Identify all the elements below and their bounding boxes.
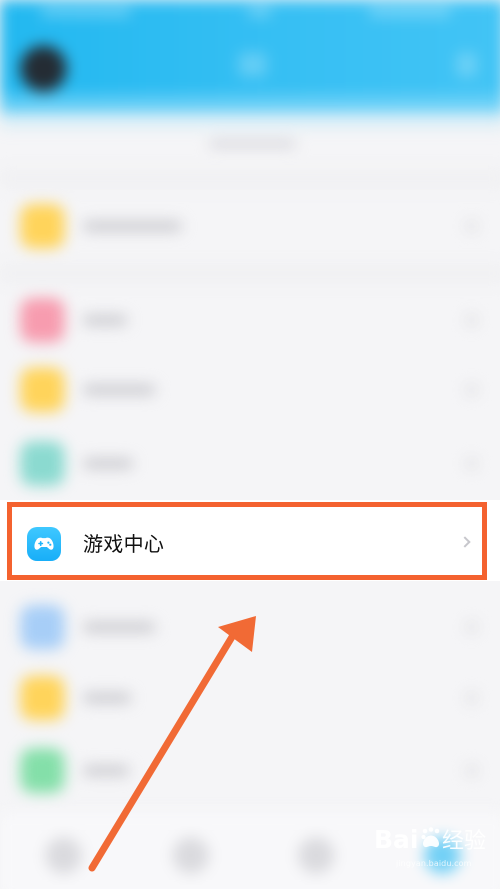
section-separator (0, 169, 500, 188)
blurred-search[interactable] (0, 129, 500, 157)
blurred-item-icon (20, 675, 65, 721)
blurred-list-item[interactable] (0, 591, 500, 664)
blurred-item-icon (20, 604, 65, 650)
watermark-logo-tail: 经验 (442, 829, 486, 854)
blurred-top-icon[interactable] (456, 52, 477, 77)
watermark-logo-text: Bai (374, 825, 419, 854)
search-hint (209, 139, 296, 147)
chevron-right-icon (466, 765, 477, 776)
baidu-paw-logo: Bai 经验 (374, 825, 486, 854)
blurred-list-item[interactable] (0, 190, 500, 263)
nav-tab-icon[interactable] (297, 837, 335, 874)
phone-screen: 游戏中心 Bai 经验 jingyan.baidu.com (0, 0, 500, 889)
nav-tab-icon[interactable] (172, 837, 210, 874)
blurred-item-label (82, 692, 132, 703)
watermark-url: jingyan.baidu.com (396, 859, 472, 868)
section-separator (0, 264, 500, 283)
baidu-watermark: Bai 经验 jingyan.baidu.com (374, 819, 486, 877)
chevron-right-icon (466, 221, 477, 232)
chevron-right-icon (466, 458, 477, 469)
blurred-item-label (82, 765, 130, 776)
blurred-background (0, 0, 500, 889)
nav-tab-icon[interactable] (45, 837, 82, 874)
blurred-item-icon (20, 204, 65, 249)
status-bar-hint (368, 8, 452, 17)
blurred-item-icon (20, 297, 65, 343)
chevron-right-icon (466, 622, 477, 633)
status-bar-hint (40, 8, 132, 17)
chevron-right-icon (466, 315, 477, 326)
blurred-item-label (82, 384, 156, 395)
blurred-top-icon[interactable] (238, 52, 267, 77)
blurred-item-label (82, 622, 156, 633)
topbar-fade (0, 94, 500, 134)
blurred-list-item[interactable] (0, 734, 500, 807)
blurred-list-item[interactable] (0, 427, 500, 500)
blurred-list-item[interactable] (0, 284, 500, 357)
chevron-right-icon (466, 692, 477, 703)
chevron-right-icon (466, 384, 477, 395)
blurred-item-icon (20, 367, 65, 413)
blurred-item-icon (20, 748, 65, 793)
blurred-item-icon (20, 441, 65, 486)
avatar[interactable] (20, 45, 67, 92)
blurred-list-item[interactable] (0, 662, 500, 735)
status-bar-hint (247, 8, 272, 17)
highlight-annotation-box (7, 502, 487, 580)
blurred-list-item[interactable] (0, 354, 500, 427)
blurred-item-label (82, 221, 182, 232)
blurred-item-label (82, 315, 128, 326)
blurred-item-label (82, 458, 134, 469)
